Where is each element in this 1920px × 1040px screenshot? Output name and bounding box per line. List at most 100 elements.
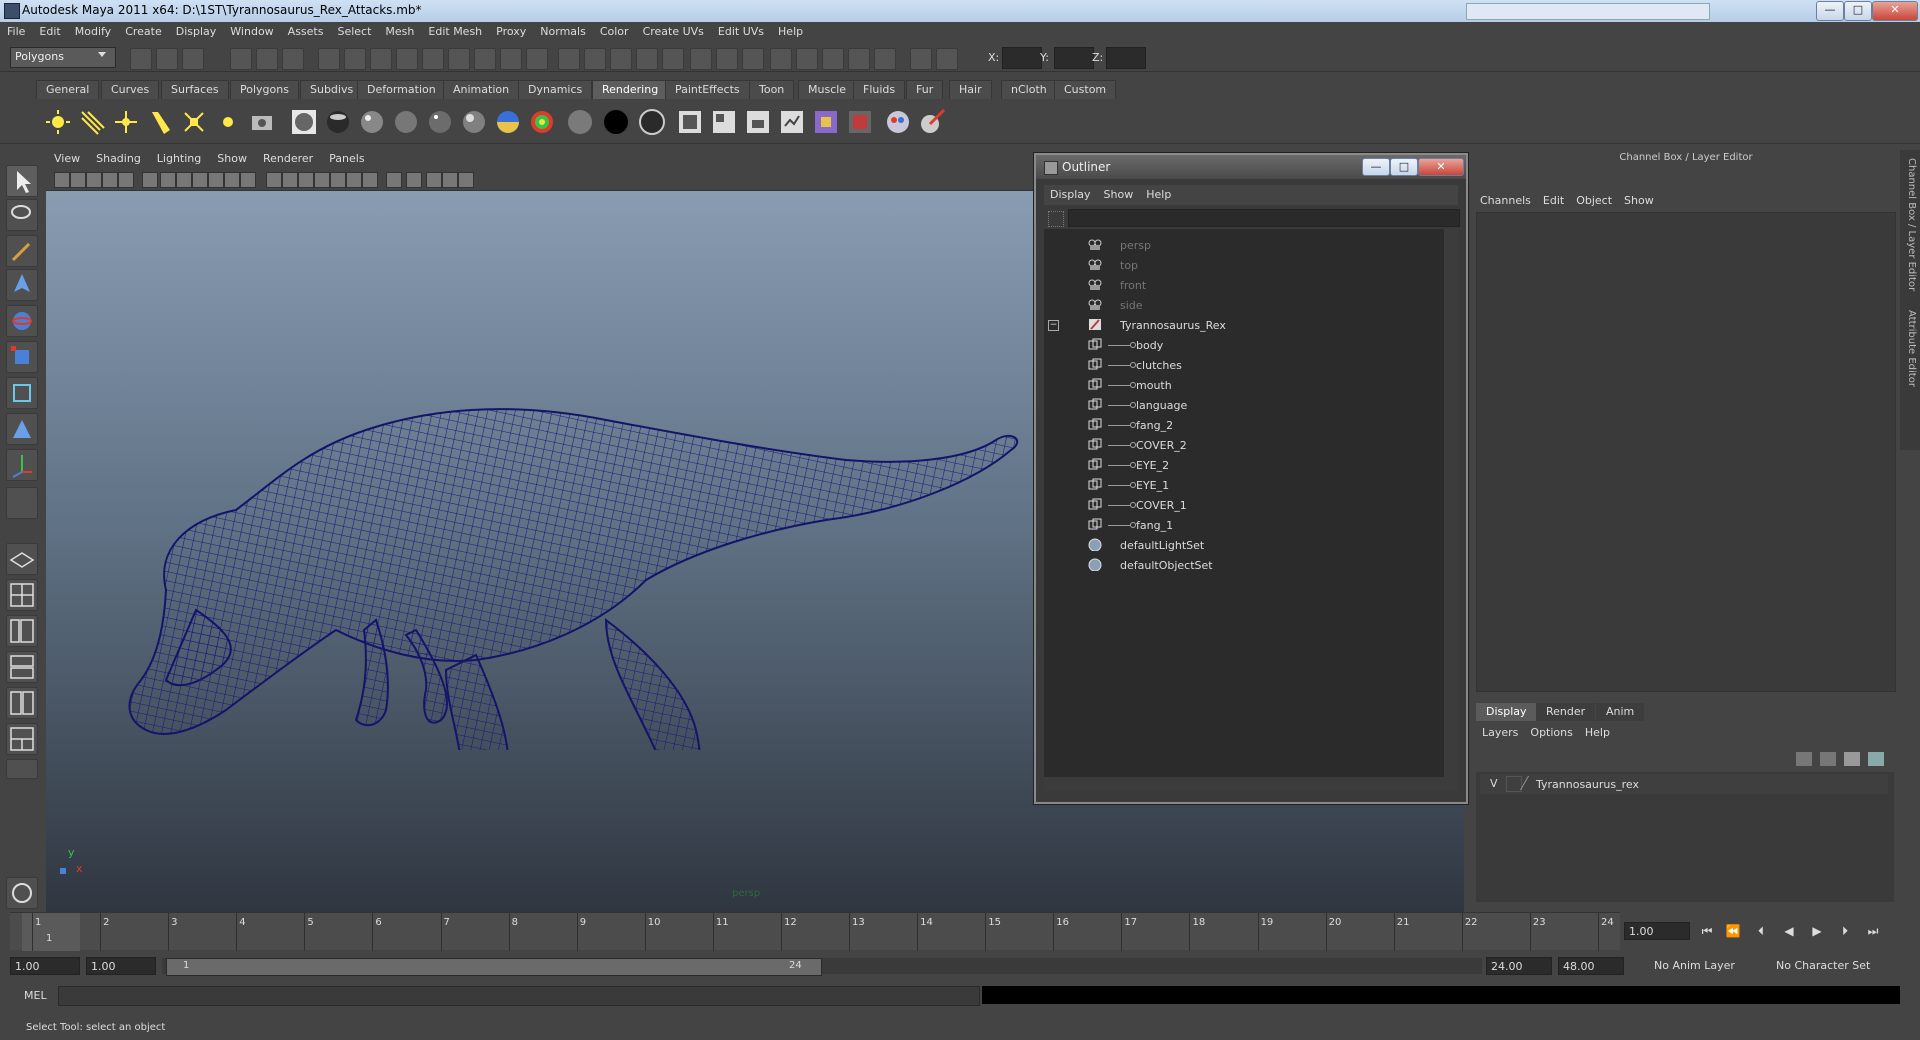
shelf-tab-polygons[interactable]: Polygons: [230, 80, 299, 99]
outliner-item-language[interactable]: language: [1044, 395, 1444, 415]
collapse-toggle-icon[interactable]: −: [1048, 320, 1059, 331]
x-field[interactable]: [1002, 47, 1042, 69]
show-hide-channel-icon[interactable]: [742, 48, 764, 70]
shelf-tab-deformation[interactable]: Deformation: [357, 80, 446, 99]
lock-selection-icon[interactable]: [318, 48, 340, 70]
snap-grid-icon[interactable]: [370, 48, 392, 70]
menu-set-dropdown[interactable]: Polygons: [10, 47, 116, 68]
open-scene-icon[interactable]: [156, 48, 178, 70]
shelf-tab-dynamics[interactable]: Dynamics: [518, 80, 593, 99]
quick-select-icon[interactable]: [874, 48, 896, 70]
play-forward-button[interactable]: ▶: [1808, 924, 1826, 940]
mel-label[interactable]: MEL: [24, 989, 47, 1002]
coordinate-mode-icon[interactable]: [936, 48, 958, 70]
layer-menu-help[interactable]: Help: [1579, 724, 1616, 739]
menu-color[interactable]: Color: [593, 22, 636, 38]
menu-help[interactable]: Help: [771, 22, 810, 38]
shelf-tab-fur[interactable]: Fur: [906, 80, 944, 99]
outliner-item-persp[interactable]: persp: [1044, 235, 1444, 255]
channel-menu-channels[interactable]: Channels: [1474, 192, 1537, 207]
menu-window[interactable]: Window: [223, 22, 280, 38]
maximize-button[interactable]: □: [1844, 1, 1872, 21]
layer-tab-display[interactable]: Display: [1476, 703, 1537, 721]
show-hide-tool-icon[interactable]: [716, 48, 738, 70]
playback-end-field[interactable]: 24.00: [1486, 957, 1552, 975]
render-current-frame-icon[interactable]: [710, 108, 738, 136]
select-component-icon[interactable]: [282, 48, 304, 70]
select-by-name-icon[interactable]: [822, 48, 844, 70]
channel-menu-object[interactable]: Object: [1570, 192, 1618, 207]
outliner-horizontal-scrollbar[interactable]: [1044, 777, 1458, 791]
shelf-tab-hair[interactable]: Hair: [949, 80, 992, 99]
menu-modify[interactable]: Modify: [68, 22, 118, 38]
menu-mesh[interactable]: Mesh: [378, 22, 421, 38]
select-hierarchy-icon[interactable]: [230, 48, 252, 70]
outliner-item-tyrannosaurus-rex[interactable]: − Tyrannosaurus_Rex: [1044, 315, 1444, 335]
menu-edit-uvs[interactable]: Edit UVs: [711, 22, 771, 38]
current-frame-field[interactable]: 1.00: [1624, 922, 1690, 940]
outliner-vertical-scrollbar[interactable]: [1444, 229, 1458, 777]
snap-view-plane-icon[interactable]: [448, 48, 470, 70]
menu-create-uvs[interactable]: Create UVs: [636, 22, 711, 38]
batch-render-icon[interactable]: [778, 108, 806, 136]
persp-graph-hypergraph-layout-icon[interactable]: [6, 723, 38, 755]
render-settings-icon[interactable]: [248, 108, 276, 136]
channel-box-area[interactable]: [1476, 212, 1896, 692]
black-swatch-icon[interactable]: [602, 108, 630, 136]
ramp-shader-icon[interactable]: [494, 108, 522, 136]
play-backward-button[interactable]: ◀: [1780, 924, 1798, 940]
point-light-icon[interactable]: [112, 108, 140, 136]
menu-display[interactable]: Display: [169, 22, 224, 38]
snap-point-icon[interactable]: [422, 48, 444, 70]
outliner-item-eye-1[interactable]: EYE_1: [1044, 475, 1444, 495]
shelf-tab-fluids[interactable]: Fluids: [853, 80, 906, 99]
new-empty-layer-icon[interactable]: [1844, 752, 1860, 766]
directional-light-icon[interactable]: [78, 108, 106, 136]
new-layer-selected-icon[interactable]: [1868, 752, 1884, 766]
shelf-tab-curves[interactable]: Curves: [101, 80, 160, 99]
go-to-end-button[interactable]: ⏭: [1864, 924, 1882, 940]
construction-history-icon[interactable]: [558, 48, 580, 70]
persp-outliner-layout-icon[interactable]: [6, 615, 38, 647]
surface-shader-icon[interactable]: [290, 108, 318, 136]
phonge-shader-icon[interactable]: [460, 108, 488, 136]
shelf-tab-animation[interactable]: Animation: [443, 80, 520, 99]
single-perspective-layout-icon[interactable]: [6, 543, 38, 575]
outliner-maximize-button[interactable]: □: [1390, 158, 1418, 176]
ambient-light-icon[interactable]: [44, 108, 72, 136]
menu-edit-mesh[interactable]: Edit Mesh: [421, 22, 489, 38]
outliner-item-defaultlightset[interactable]: defaultLightSet: [1044, 535, 1444, 555]
shelf-tab-subdivs[interactable]: Subdivs: [300, 80, 364, 99]
highlight-selection-icon[interactable]: [344, 48, 366, 70]
render-layer-icon[interactable]: [846, 108, 874, 136]
y-field[interactable]: [1054, 47, 1094, 69]
trex-wireframe-mesh[interactable]: [46, 150, 1046, 750]
outliner-item-fang-1[interactable]: fang_1: [1044, 515, 1444, 535]
menu-edit[interactable]: Edit: [32, 22, 67, 38]
phong-shader-icon[interactable]: [426, 108, 454, 136]
z-field[interactable]: [1106, 47, 1146, 69]
show-hide-attr-icon[interactable]: [690, 48, 712, 70]
animation-start-field[interactable]: 1.00: [10, 957, 80, 975]
shelf-tab-general[interactable]: General: [36, 80, 100, 99]
paint-brush-icon[interactable]: [918, 108, 946, 136]
render-view-icon[interactable]: [676, 108, 704, 136]
volume-light-icon[interactable]: [214, 108, 242, 136]
history-output-icon[interactable]: [526, 48, 548, 70]
shelf-tab-muscle[interactable]: Muscle: [798, 80, 857, 99]
outliner-menu-display[interactable]: Display: [1044, 185, 1098, 201]
outliner-item-clutches[interactable]: clutches: [1044, 355, 1444, 375]
search-help-field[interactable]: [1466, 3, 1710, 20]
minimize-button[interactable]: —: [1816, 1, 1844, 21]
show-hide-layer-icon[interactable]: [770, 48, 792, 70]
time-slider[interactable]: 1 1 2 3 4 5 6 7 8 9 10 11 12 13 14 15 16 17 18 19 20 21 22 23 2…: [10, 912, 1620, 951]
outliner-item-side[interactable]: side: [1044, 295, 1444, 315]
render-view-icon[interactable]: [584, 48, 606, 70]
go-to-start-button[interactable]: ⏮: [1698, 924, 1716, 940]
soft-modify-tool-icon[interactable]: [6, 413, 38, 445]
lambert-shader-icon[interactable]: [392, 108, 420, 136]
menu-normals[interactable]: Normals: [533, 22, 593, 38]
outliner-item-eye-2[interactable]: EYE_2: [1044, 455, 1444, 475]
select-tool-icon[interactable]: [6, 165, 38, 197]
render-current-icon[interactable]: [610, 48, 632, 70]
